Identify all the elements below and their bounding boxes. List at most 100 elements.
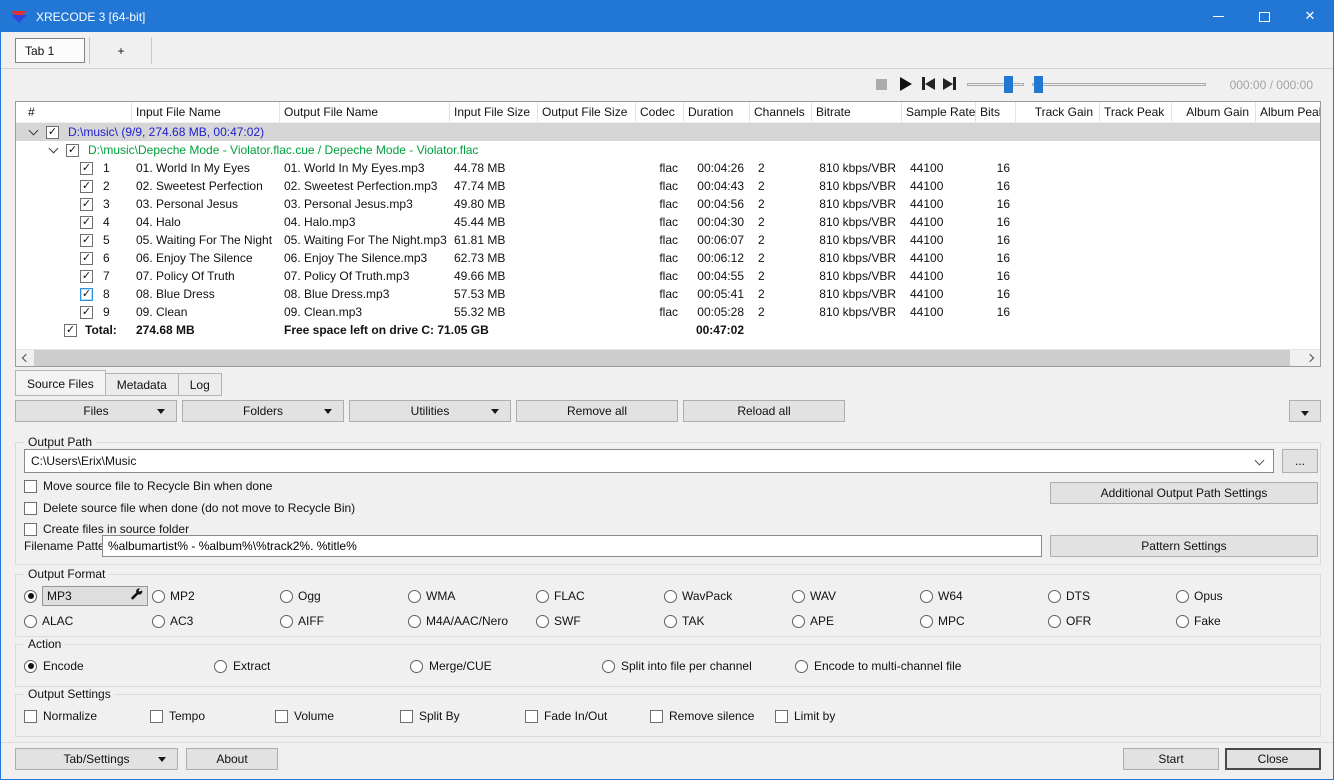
track-checkbox[interactable]: ✓ [80,269,93,283]
track-row[interactable]: ✓ 9 09. Clean 09. Clean.mp3 55.32 MB flac 00:0… [16,303,1320,321]
stop-icon[interactable] [876,79,887,90]
format-option-m4a-aac-nero[interactable]: M4A/AAC/Nero [408,611,536,631]
column-header-track-peak[interactable]: Track Peak [1100,102,1172,122]
track-checkbox[interactable]: ✓ [80,179,93,193]
total-checkbox[interactable]: ✓ [64,323,77,337]
format-option-ofr[interactable]: OFR [1048,611,1176,631]
column-header-codec[interactable]: Codec [636,102,684,122]
column-header-duration[interactable]: Duration [684,102,750,122]
track-checkbox[interactable]: ✓ [80,215,93,229]
option-move-source-file-to-recycle-bin-when-done[interactable]: Move source file to Recycle Bin when don… [24,479,272,493]
expand-chevron-icon[interactable] [48,143,59,154]
column-header-input-file-size[interactable]: Input File Size [450,102,538,122]
option-create-files-in-source-folder[interactable]: Create files in source folder [24,522,189,536]
about-button[interactable]: About [186,748,278,770]
additional-output-path-settings-button[interactable]: Additional Output Path Settings [1050,482,1318,504]
new-tab-button[interactable]: + [93,38,149,63]
volume-slider[interactable] [967,76,1024,93]
format-option-opus[interactable]: Opus [1176,586,1304,606]
column-header-output-file-name[interactable]: Output File Name [280,102,450,122]
maximize-button[interactable] [1241,1,1287,32]
row-checkbox[interactable]: ✓ [66,143,79,157]
column-header-track-gain[interactable]: Track Gain [1016,102,1100,122]
pattern-settings-button[interactable]: Pattern Settings [1050,535,1318,557]
column-header-input-file-name[interactable]: Input File Name [132,102,280,122]
option-checkbox[interactable] [24,522,37,536]
toolbar-button-folders[interactable]: Folders [182,400,344,422]
tab-source-files[interactable]: Source Files [15,370,106,396]
setting-option-split-by[interactable]: Split By [400,709,460,723]
format-option-wma[interactable]: WMA [408,586,536,606]
play-icon[interactable] [900,77,912,91]
close-dialog-button[interactable]: Close [1225,748,1321,770]
option-checkbox[interactable] [24,479,37,493]
scroll-left-arrow-icon[interactable] [16,350,33,366]
seek-slider[interactable] [1032,76,1206,93]
setting-option-normalize[interactable]: Normalize [24,709,97,723]
scroll-right-arrow-icon[interactable] [1303,350,1320,366]
track-checkbox[interactable]: ✓ [80,251,93,265]
format-option-mpc[interactable]: MPC [920,611,1048,631]
setting-checkbox[interactable] [775,709,788,723]
toolbar-more-button[interactable] [1289,400,1321,422]
toolbar-button-remove-all[interactable]: Remove all [516,400,678,422]
track-checkbox[interactable]: ✓ [80,287,93,301]
filename-pattern-input[interactable] [102,535,1042,557]
browse-button[interactable]: ... [1282,449,1318,473]
row-checkbox[interactable]: ✓ [46,125,59,139]
track-checkbox[interactable]: ✓ [80,197,93,211]
format-option-ogg[interactable]: Ogg [280,586,408,606]
format-option-wavpack[interactable]: WavPack [664,586,792,606]
previous-track-icon[interactable] [922,77,935,90]
setting-option-volume[interactable]: Volume [275,709,334,723]
output-path-combobox[interactable]: C:\Users\Erix\Music [24,449,1274,473]
track-row[interactable]: ✓ 6 06. Enjoy The Silence 06. Enjoy The Sil… [16,249,1320,267]
tab-settings-button[interactable]: Tab/Settings [15,748,178,770]
setting-checkbox[interactable] [275,709,288,723]
format-option-fake[interactable]: Fake [1176,611,1304,631]
action-option-encode-to-multi-channel-file[interactable]: Encode to multi-channel file [795,659,961,673]
column-header-bits[interactable]: Bits [976,102,1016,122]
volume-slider-thumb[interactable] [1004,76,1013,93]
action-option-extract[interactable]: Extract [214,659,270,673]
next-track-icon[interactable] [943,77,956,90]
track-row[interactable]: ✓ 1 01. World In My Eyes 01. World In My Ey… [16,159,1320,177]
seek-slider-thumb[interactable] [1034,76,1043,93]
horizontal-scrollbar[interactable] [16,349,1320,366]
tab-log[interactable]: Log [177,373,222,396]
track-row[interactable]: ✓ 8 08. Blue Dress 08. Blue Dress.mp3 57.53 … [16,285,1320,303]
format-option-alac[interactable]: ALAC [24,611,152,631]
format-option-tak[interactable]: TAK [664,611,792,631]
format-option-ape[interactable]: APE [792,611,920,631]
setting-checkbox[interactable] [650,709,663,723]
setting-checkbox[interactable] [400,709,413,723]
format-option-mp2[interactable]: MP2 [152,586,280,606]
format-option-w64[interactable]: W64 [920,586,1048,606]
format-option-flac[interactable]: FLAC [536,586,664,606]
track-row[interactable]: ✓ 5 05. Waiting For The Night 05. Waiting F… [16,231,1320,249]
expand-chevron-icon[interactable] [28,125,39,136]
format-option-wav[interactable]: WAV [792,586,920,606]
format-option-ac3[interactable]: AC3 [152,611,280,631]
column-header-bitrate[interactable]: Bitrate [812,102,902,122]
album-row[interactable]: ✓ D:\music\Depeche Mode - Violator.flac.c… [16,141,1320,159]
column-header-channels[interactable]: Channels [750,102,812,122]
option-checkbox[interactable] [24,501,37,515]
toolbar-button-files[interactable]: Files [15,400,177,422]
setting-checkbox[interactable] [150,709,163,723]
column-header-album-gain[interactable]: Album Gain [1172,102,1256,122]
close-button[interactable]: ✕ [1287,1,1333,32]
start-button[interactable]: Start [1123,748,1219,770]
action-option-split-into-file-per-channel[interactable]: Split into file per channel [602,659,752,673]
column-header-sample-rate[interactable]: Sample Rate [902,102,976,122]
setting-option-remove-silence[interactable]: Remove silence [650,709,754,723]
toolbar-button-utilities[interactable]: Utilities [349,400,511,422]
column-header-output-file-size[interactable]: Output File Size [538,102,636,122]
tab-1[interactable]: Tab 1 [15,38,85,63]
format-option-swf[interactable]: SWF [536,611,664,631]
track-row[interactable]: ✓ 7 07. Policy Of Truth 07. Policy Of Truth… [16,267,1320,285]
track-checkbox[interactable]: ✓ [80,161,93,175]
action-option-encode[interactable]: Encode [24,659,84,673]
wrench-icon[interactable] [130,588,143,604]
column-header-album-peak[interactable]: Album Peak [1256,102,1320,122]
